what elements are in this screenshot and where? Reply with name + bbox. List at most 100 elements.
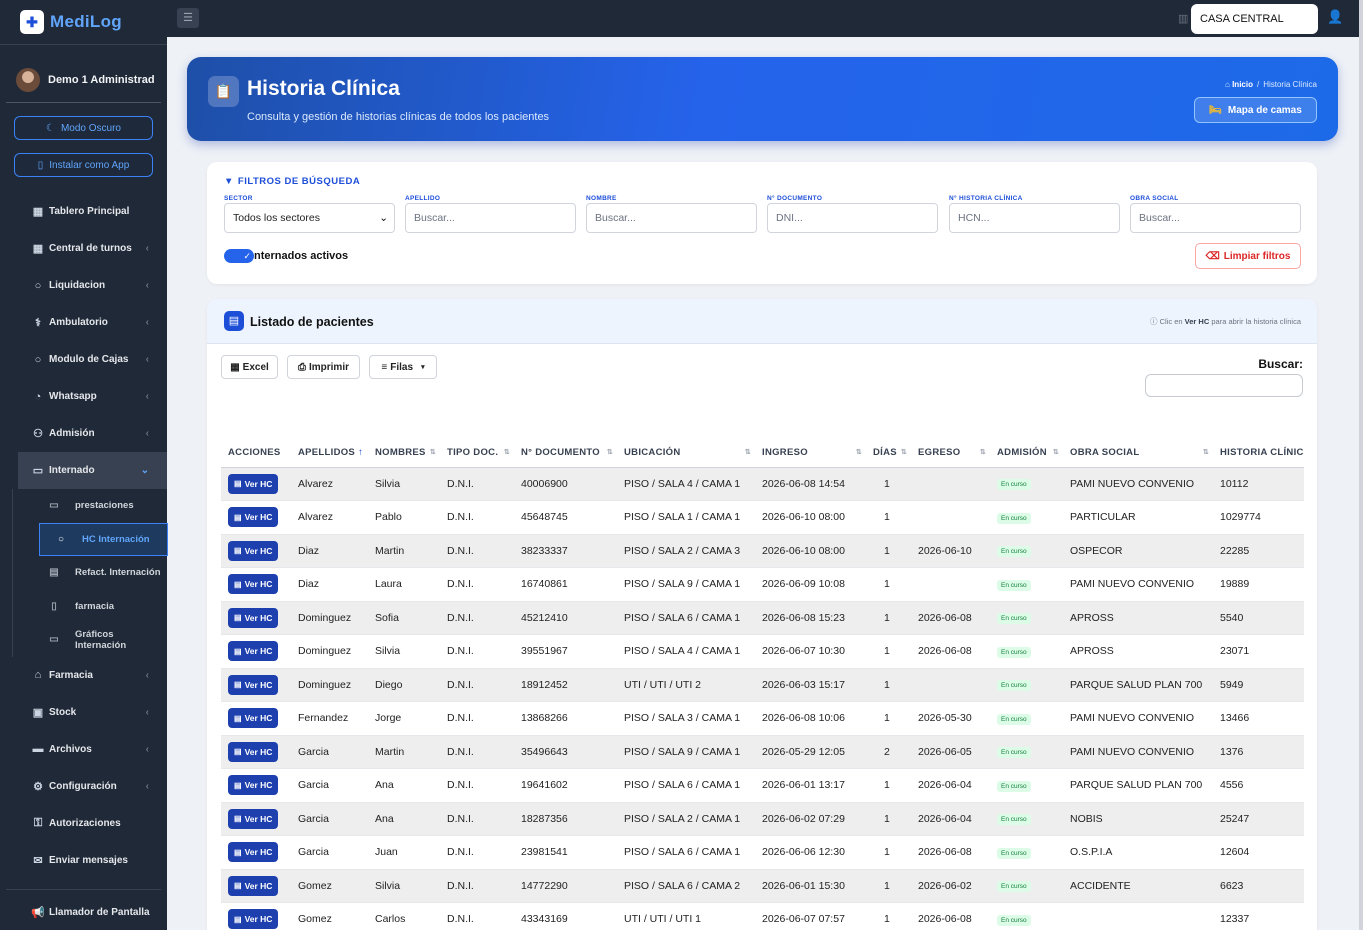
column-header[interactable]: UBICACIÓN ⇅ (617, 438, 755, 468)
sidebar-item-label: Admisión (49, 428, 95, 439)
sidebar-item-internado[interactable]: ▭ Internado ⌄ (18, 452, 167, 489)
table-row[interactable]: ▤ Ver HC Diaz Laura D.N.I. 16740861 PISO / SAL… (221, 567, 1304, 602)
sector-select[interactable]: Todos los sectores ⌄ (224, 203, 395, 233)
calendar-icon: ▦ (32, 243, 44, 255)
cell-apellido: Garcia (291, 835, 368, 870)
caret-down-icon: ▾ (421, 364, 425, 371)
ver-hc-button[interactable]: ▤ Ver HC (228, 540, 279, 561)
menu-toggle-button[interactable]: ☰ (177, 8, 199, 28)
apellido-input[interactable]: Buscar... (405, 203, 576, 233)
ver-hc-button[interactable]: ▤ Ver HC (228, 607, 279, 628)
user-panel[interactable]: Demo 1 Administrad (6, 57, 161, 103)
column-header[interactable]: OBRA SOCIAL ⇅ (1063, 438, 1213, 468)
ver-hc-button[interactable]: ▤ Ver HC (228, 507, 279, 528)
ver-hc-button[interactable]: ▤ Ver HC (228, 574, 279, 595)
sede-selector[interactable]: CASA CENTRAL (1191, 4, 1318, 34)
cell-value: 23071 (1220, 645, 1250, 658)
brand[interactable]: ✚ MediLog (0, 0, 167, 45)
breadcrumb-home-link[interactable]: Inicio (1232, 80, 1253, 89)
ver-hc-button[interactable]: ▤ Ver HC (228, 708, 279, 729)
column-header[interactable]: APELLIDOS ↑ (291, 438, 368, 468)
sidebar-item-configuración[interactable]: ⚙ Configuración ‹ (0, 768, 167, 805)
table-row[interactable]: ▤ Ver HC Gomez Carlos D.N.I. 43343169 UTI / UT… (221, 902, 1304, 930)
table-row[interactable]: ▤ Ver HC Gomez Silvia D.N.I. 14772290 PISO / S… (221, 869, 1304, 903)
historia-clinica-input[interactable]: HCN... (949, 203, 1120, 233)
submenu-item-refact-internación[interactable]: ▤ Refact. Internación (13, 556, 167, 590)
obra-social-input[interactable]: Buscar... (1130, 203, 1301, 233)
submenu-item-farmacia[interactable]: ▯ farmacia (13, 590, 167, 624)
print-button[interactable]: ⎙ Imprimir (287, 355, 360, 379)
table-row[interactable]: ▤ Ver HC Dominguez Silvia D.N.I. 39551967 PISO… (221, 634, 1304, 669)
sidebar-item-archivos[interactable]: ▬ Archivos ‹ (0, 731, 167, 768)
table-row[interactable]: ▤ Ver HC Dominguez Sofia D.N.I. 45212410 PISO … (221, 601, 1304, 635)
table-row[interactable]: ▤ Ver HC Garcia Martin D.N.I. 35496643 PISO / … (221, 735, 1304, 769)
cell-doc: 19641602 (514, 768, 617, 803)
sidebar-item-ambulatorio[interactable]: ⚕ Ambulatorio ‹ (0, 304, 167, 341)
table-row[interactable]: ▤ Ver HC Garcia Ana D.N.I. 19641602 PISO / SAL… (221, 768, 1304, 803)
sort-icon: ⇅ (503, 449, 510, 456)
ver-hc-button[interactable]: ▤ Ver HC (228, 741, 279, 762)
sidebar-item-tablero-principal[interactable]: ▦ Tablero Principal (0, 193, 167, 230)
page-scrollbar[interactable] (1359, 0, 1363, 930)
sidebar-item-whatsapp[interactable]: ◔ Whatsapp ‹ (0, 378, 167, 415)
ver-hc-button[interactable]: ▤ Ver HC (228, 775, 279, 796)
documento-input[interactable]: DNI... (767, 203, 938, 233)
ver-hc-button[interactable]: ▤ Ver HC (228, 808, 279, 829)
submenu-item-gráficos-internación[interactable]: ▭ Gráficos Internación (13, 623, 167, 657)
bed-map-button[interactable]: 🛏 Mapa de camas (1194, 97, 1317, 123)
ver-hc-button[interactable]: ▤ Ver HC (228, 842, 279, 863)
ver-hc-button[interactable]: ▤ Ver HC (228, 641, 279, 662)
ver-hc-button[interactable]: ▤ Ver HC (228, 875, 279, 896)
sidebar-item-farmacia[interactable]: ⌂ Farmacia ‹ (0, 657, 167, 694)
excel-button[interactable]: ▦ Excel (221, 355, 278, 379)
cell-nombre: Ana (368, 802, 440, 836)
filter-sector: SECTOR Todos los sectores ⌄ (224, 195, 395, 233)
cell-value: D.N.I. (447, 812, 474, 825)
column-header[interactable]: INGRESO ⇅ (755, 438, 866, 468)
table-row[interactable]: ▤ Ver HC Fernandez Jorge D.N.I. 13868266 PISO … (221, 701, 1304, 736)
column-header[interactable]: N° DOCUMENTO ⇅ (514, 438, 617, 468)
table-row[interactable]: ▤ Ver HC Diaz Martin D.N.I. 38233337 PISO / SA… (221, 534, 1304, 568)
sidebar-item-stock[interactable]: ▣ Stock ‹ (0, 694, 167, 731)
sidebar-item-central-de-turnos[interactable]: ▦ Central de turnos ‹ (0, 230, 167, 267)
column-header[interactable]: NOMBRES ⇅ (368, 438, 440, 468)
pill-bottle-icon: ▯ (51, 600, 57, 612)
ver-hc-label: Ver HC (244, 545, 273, 556)
table-row[interactable]: ▤ Ver HC Alvarez Silvia D.N.I. 40006900 PISO /… (221, 467, 1304, 501)
filter-label: APELLIDO (405, 195, 441, 202)
submenu-item-hc-internación[interactable]: ○ HC Internación (39, 522, 168, 556)
ver-hc-button[interactable]: ▤ Ver HC (228, 909, 279, 930)
column-header[interactable]: DÍAS ⇅ (866, 438, 911, 468)
column-header[interactable]: HISTORIA CLÍNIC (1213, 438, 1304, 468)
column-header: ACCIONES (221, 438, 291, 468)
filter-label: NOMBRE (586, 195, 617, 202)
sidebar-item-llamador[interactable]: 📢 Llamador de Pantalla (0, 894, 167, 930)
clear-filters-button[interactable]: ⌫ Limpiar filtros (1195, 243, 1301, 269)
sidebar-item-enviar-mensajes[interactable]: ✉ Enviar mensajes (0, 842, 167, 879)
rows-button[interactable]: ≡ Filas ▾ (369, 355, 437, 379)
column-header[interactable]: ADMISIÓN ⇅ (990, 438, 1063, 468)
table-row[interactable]: ▤ Ver HC Dominguez Diego D.N.I. 18912452 UTI /… (221, 668, 1304, 702)
eraser-icon: ⌫ (1205, 250, 1220, 262)
table-row[interactable]: ▤ Ver HC Alvarez Pablo D.N.I. 45648745 PISO / … (221, 500, 1304, 535)
column-header[interactable]: EGRESO ⇅ (911, 438, 990, 468)
table-row[interactable]: ▤ Ver HC Garcia Juan D.N.I. 23981541 PISO / SA… (221, 835, 1304, 870)
internados-activos-toggle[interactable] (224, 249, 254, 263)
user-settings-icon[interactable]: 👤 (1327, 9, 1343, 25)
nombre-input[interactable]: Buscar... (586, 203, 757, 233)
table-search-input[interactable] (1145, 374, 1303, 397)
table-row[interactable]: ▤ Ver HC Garcia Ana D.N.I. 18287356 PISO / SAL… (221, 802, 1304, 836)
sidebar-item-admisión[interactable]: ⚇ Admisión ‹ (0, 415, 167, 452)
ver-hc-button[interactable]: ▤ Ver HC (228, 674, 279, 695)
cell-tipo: D.N.I. (440, 768, 514, 803)
install-app-button[interactable]: ▯ Instalar como App (14, 153, 153, 177)
cell-dias: 1 (866, 500, 911, 535)
sidebar-item-liquidacion[interactable]: ○ Liquidacion ‹ (0, 267, 167, 304)
sidebar-item-autorizaciones[interactable]: ⚿ Autorizaciones (0, 805, 167, 842)
submenu-item-prestaciones[interactable]: ▭ prestaciones (13, 489, 167, 523)
ver-hc-label: Ver HC (244, 813, 273, 824)
sidebar-item-modulo-de-cajas[interactable]: ○ Modulo de Cajas ‹ (0, 341, 167, 378)
ver-hc-button[interactable]: ▤ Ver HC (228, 473, 279, 494)
dark-mode-button[interactable]: ☾ Modo Oscuro (14, 116, 153, 140)
column-header[interactable]: TIPO DOC. ⇅ (440, 438, 514, 468)
